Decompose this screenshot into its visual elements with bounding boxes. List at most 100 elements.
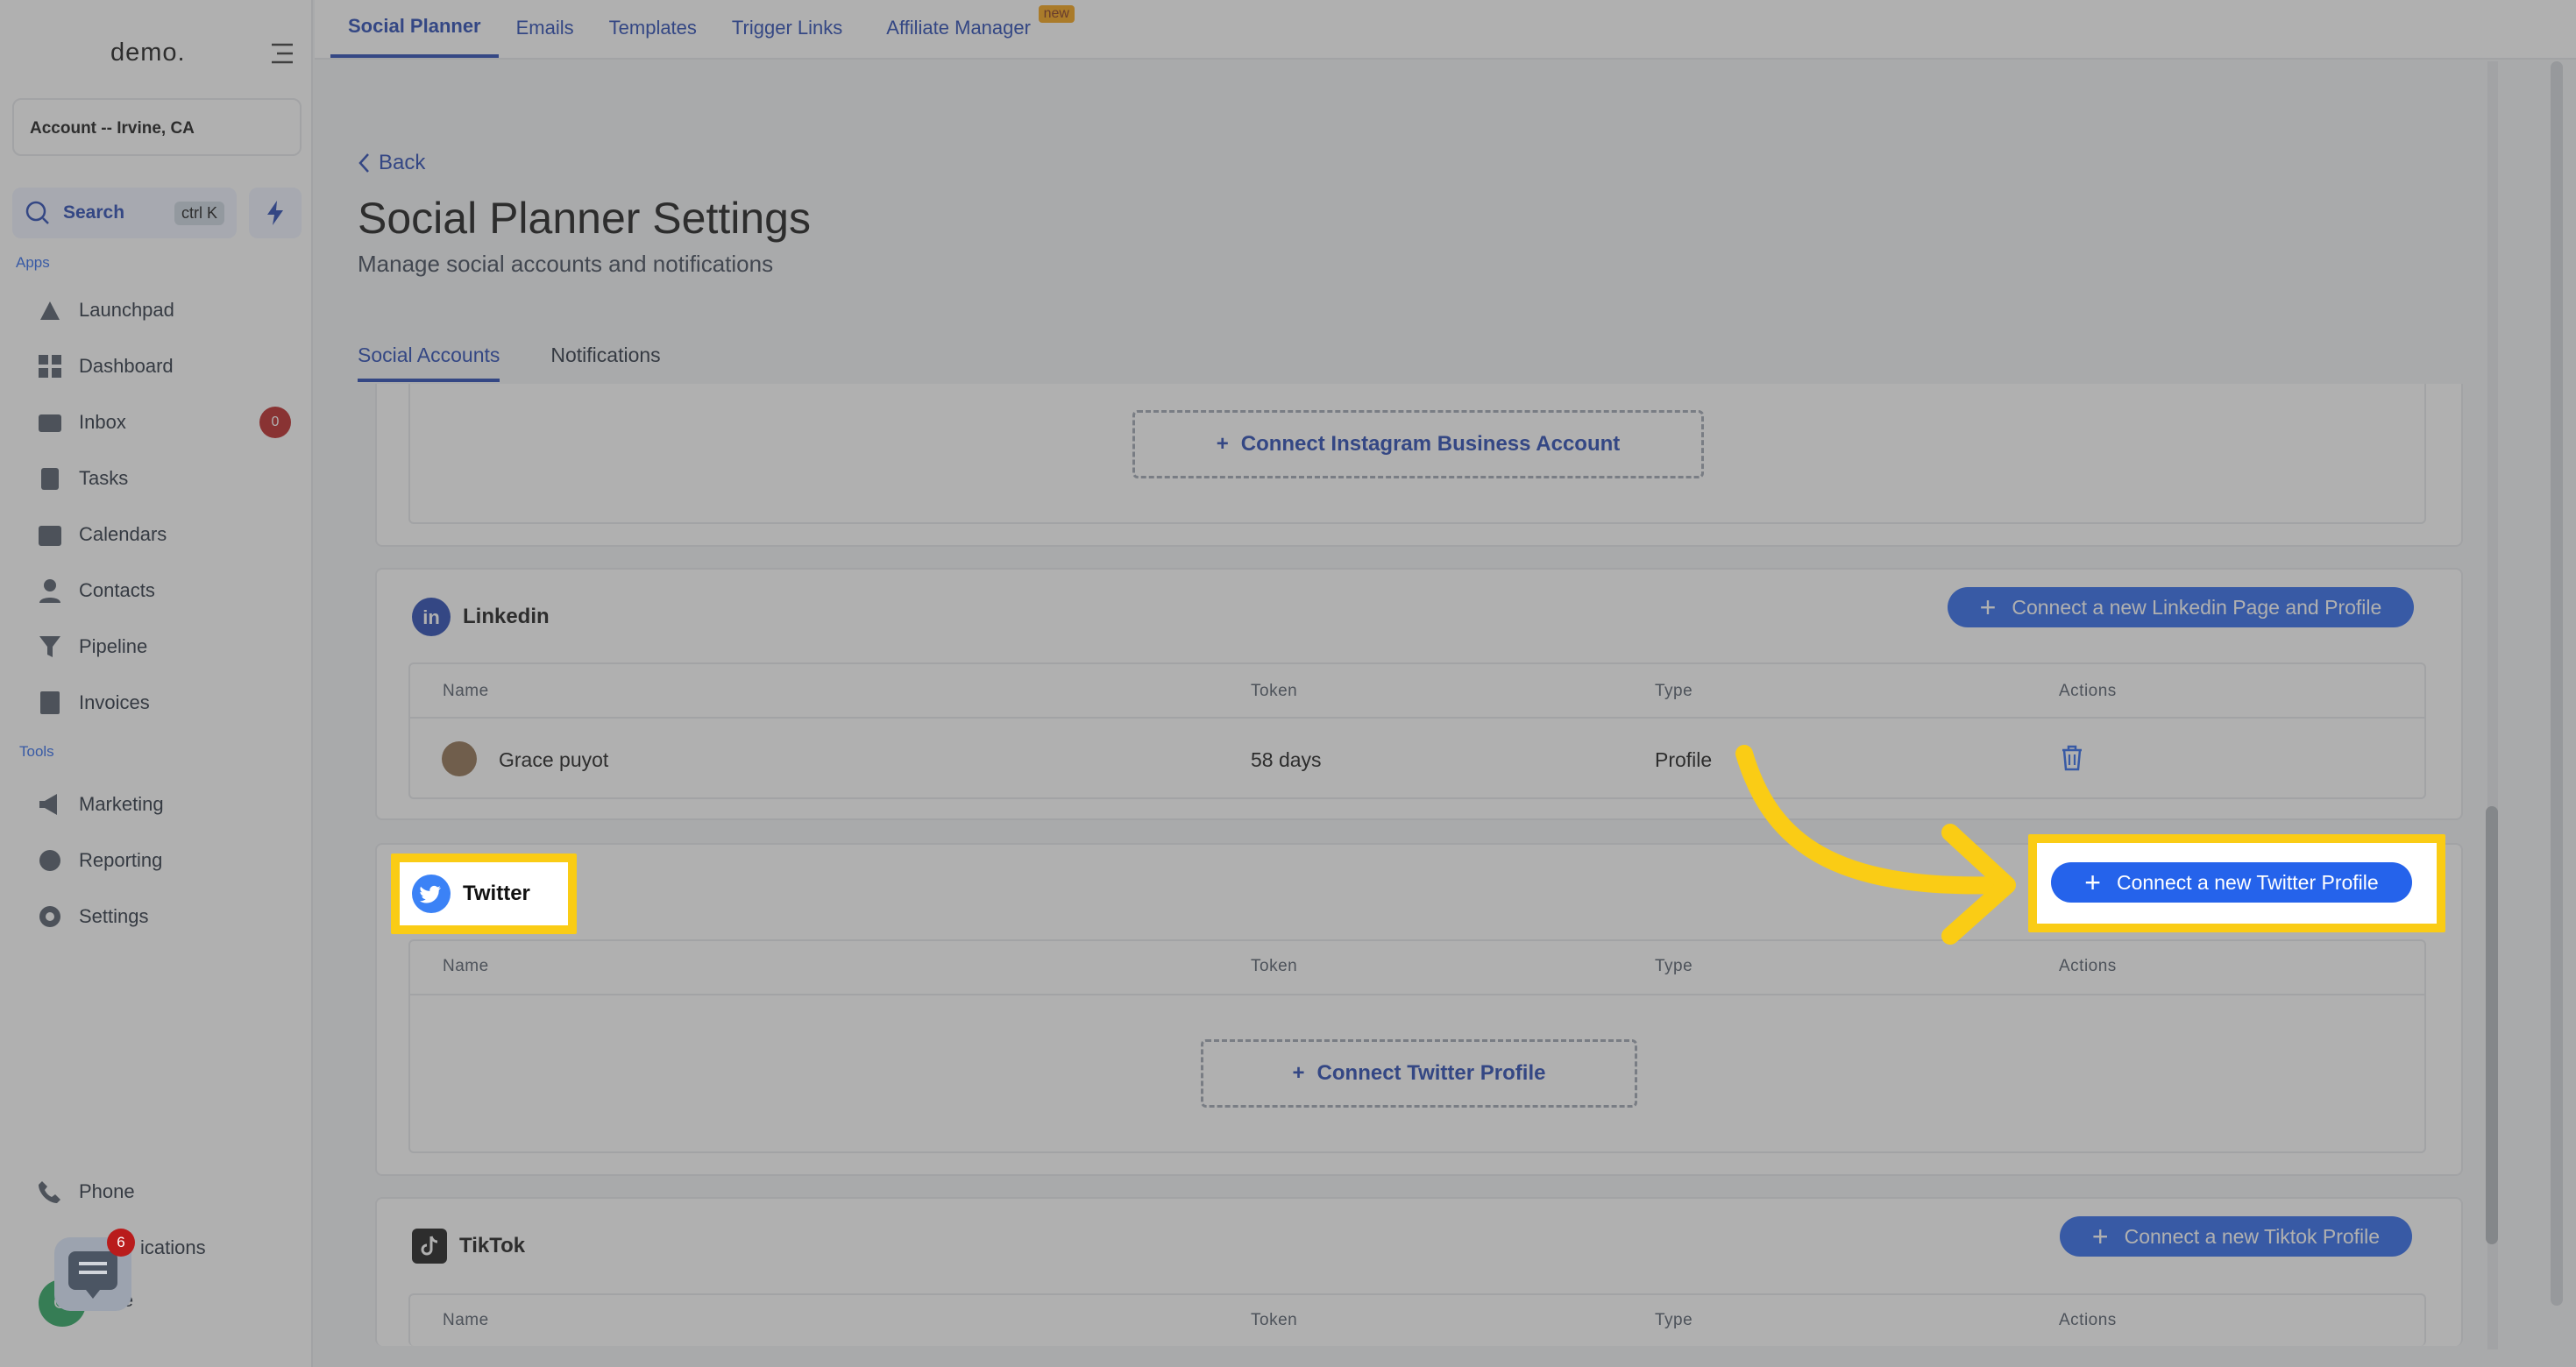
connect-twitter-profile-button[interactable]: + Connect Twitter Profile <box>1201 1039 1637 1108</box>
col-actions: Actions <box>2059 682 2117 700</box>
sidebar-item-reporting[interactable]: Reporting <box>37 843 291 878</box>
tab-emails[interactable]: Emails <box>499 0 592 58</box>
twitter-header: Twitter <box>412 875 530 913</box>
phone-icon <box>37 1179 63 1205</box>
page-subtitle: Manage social accounts and notifications <box>358 251 774 277</box>
sidebar-item-notifications[interactable]: ications <box>140 1230 272 1265</box>
tab-templates[interactable]: Templates <box>592 0 714 58</box>
sidebar-item-label: Phone <box>79 1180 135 1202</box>
tiktok-title: TikTok <box>459 1234 526 1257</box>
inbox-icon <box>37 409 63 436</box>
new-badge: new <box>1038 5 1075 23</box>
tab-social-accounts[interactable]: Social Accounts <box>358 336 500 382</box>
sidebar-item-dashboard[interactable]: Dashboard <box>37 349 291 384</box>
page-scrollbar[interactable] <box>2551 61 2563 1306</box>
linkedin-title: Linkedin <box>463 605 550 628</box>
col-actions: Actions <box>2059 957 2117 975</box>
col-type: Type <box>1655 682 1693 700</box>
tiktok-table <box>408 1293 2426 1346</box>
col-token: Token <box>1251 682 1298 700</box>
sidebar-item-label: Pipeline <box>79 635 148 657</box>
avatar <box>442 741 477 776</box>
quick-actions-button[interactable] <box>249 188 302 238</box>
scrollbar-thumb[interactable] <box>2486 806 2498 1244</box>
calendar-icon <box>37 521 63 548</box>
contacts-icon <box>37 577 63 604</box>
search-button[interactable]: Search ctrl K <box>12 188 237 238</box>
sidebar-item-marketing[interactable]: Marketing <box>37 787 291 822</box>
sidebar-item-label: Contacts <box>79 579 155 601</box>
sidebar-item-invoices[interactable]: Invoices <box>37 685 291 720</box>
tools-section-label: Tools <box>19 743 54 760</box>
linkedin-table <box>408 662 2426 799</box>
col-name: Name <box>443 957 489 975</box>
twitter-title: Twitter <box>463 882 530 905</box>
chevron-left-icon <box>358 153 369 173</box>
megaphone-icon <box>37 791 63 818</box>
connect-linkedin-button[interactable]: + Connect a new Linkedin Page and Profil… <box>1948 587 2414 627</box>
tab-trigger-links[interactable]: Trigger Links <box>714 0 860 58</box>
tab-label: Affiliate Manager <box>886 17 1031 39</box>
sidebar-item-label: Settings <box>79 905 149 927</box>
trash-icon[interactable] <box>2061 745 2083 776</box>
twitter-icon <box>412 875 451 913</box>
col-token: Token <box>1251 1311 1298 1329</box>
sidebar-item-pipeline[interactable]: Pipeline <box>37 629 291 664</box>
connect-linkedin-label: Connect a new Linkedin Page and Profile <box>2012 595 2382 619</box>
sidebar-item-label: Marketing <box>79 793 164 815</box>
col-actions: Actions <box>2059 1311 2117 1329</box>
account-switcher[interactable]: Account -- Irvine, CA <box>12 98 302 156</box>
linkedin-header: in Linkedin <box>412 598 550 636</box>
menu-toggle-icon[interactable] <box>270 42 295 65</box>
svg-text:in: in <box>422 606 440 628</box>
col-name: Name <box>443 682 489 700</box>
inbox-count-badge: 0 <box>259 407 291 438</box>
bolt-icon <box>267 201 283 225</box>
connect-tiktok-button[interactable]: + Connect a new Tiktok Profile <box>2060 1216 2412 1257</box>
logo: demo. <box>110 39 186 67</box>
sidebar-item-label: Inbox <box>79 411 126 433</box>
sidebar-item-contacts[interactable]: Contacts <box>37 573 291 608</box>
sidebar-item-calendars[interactable]: Calendars <box>37 517 291 552</box>
sidebar-item-label: Launchpad <box>79 299 174 321</box>
connect-twitter-profile-label: Connect Twitter Profile <box>1316 1061 1546 1085</box>
search-label: Search <box>63 202 125 223</box>
pipeline-icon <box>37 634 63 660</box>
sidebar-item-label: Invoices <box>79 691 150 713</box>
sidebar-item-label: Dashboard <box>79 355 174 377</box>
back-link[interactable]: Back <box>358 151 425 175</box>
connect-twitter-label: Connect a new Twitter Profile <box>2116 870 2379 894</box>
sidebar-item-tasks[interactable]: Tasks <box>37 461 291 496</box>
sidebar-item-phone[interactable]: Phone <box>37 1174 291 1209</box>
tiktok-icon <box>412 1229 447 1264</box>
sidebar-item-launchpad[interactable]: Launchpad <box>37 293 291 328</box>
linkedin-row-name: Grace puyot <box>499 748 609 771</box>
sidebar-item-inbox[interactable]: Inbox 0 <box>37 405 291 440</box>
linkedin-row-token: 58 days <box>1251 748 1322 771</box>
tab-social-planner[interactable]: Social Planner <box>330 0 499 58</box>
tab-affiliate-manager[interactable]: Affiliate Manager new <box>869 0 1075 58</box>
chart-icon <box>37 847 63 874</box>
invoice-icon <box>37 690 63 716</box>
col-type: Type <box>1655 957 1693 975</box>
plus-icon: + <box>1979 591 1997 623</box>
connect-tiktok-label: Connect a new Tiktok Profile <box>2124 1224 2381 1248</box>
connect-instagram-button[interactable]: + Connect Instagram Business Account <box>1132 410 1704 478</box>
sidebar-item-label: Tasks <box>79 467 129 489</box>
search-icon <box>25 201 49 224</box>
connect-twitter-button[interactable]: + Connect a new Twitter Profile <box>2051 862 2412 903</box>
sidebar-item-settings[interactable]: Settings <box>37 899 291 934</box>
tab-notifications[interactable]: Notifications <box>550 336 660 382</box>
dashboard-icon <box>37 353 63 379</box>
settings-tabs: Social Accounts Notifications <box>358 336 661 382</box>
plus-icon: + <box>1216 432 1229 456</box>
col-name: Name <box>443 1311 489 1329</box>
linkedin-row-type: Profile <box>1655 748 1713 771</box>
plus-icon: + <box>2084 867 2101 898</box>
top-navigation: Social Planner Emails Templates Trigger … <box>315 0 2576 60</box>
search-shortcut: ctrl K <box>174 201 224 225</box>
page-title: Social Planner Settings <box>358 194 811 243</box>
sidebar-item-label: Calendars <box>79 523 167 545</box>
tasks-icon <box>37 465 63 492</box>
tiktok-header: TikTok <box>412 1229 525 1264</box>
